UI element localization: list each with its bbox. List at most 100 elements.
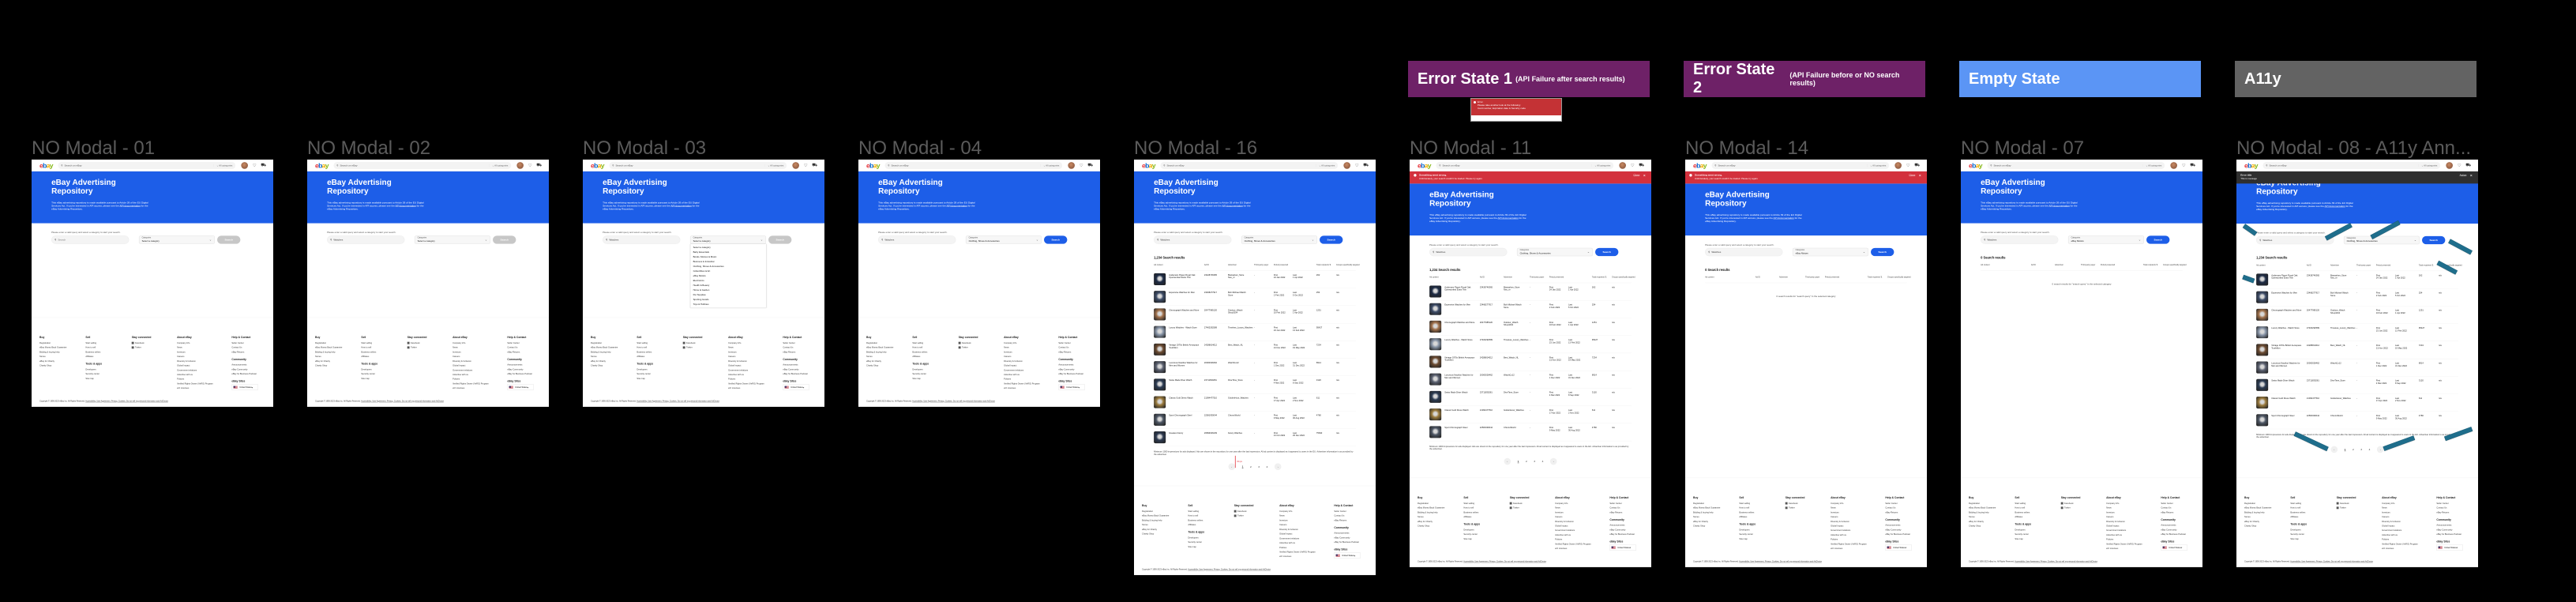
table-row[interactable]: Luxurious Nautilus Watches for Men and W…: [1429, 371, 1632, 389]
table-row[interactable]: Swiss Made Diver Watch 23711830281 DiveTim…: [1154, 376, 1356, 394]
footer-link[interactable]: eBay for Business Podcast: [507, 371, 533, 376]
category-select[interactable]: Categories Select a category ⌄: [415, 235, 490, 244]
search-button[interactable]: Search: [768, 235, 792, 244]
footer-link[interactable]: Affiliates: [2290, 514, 2307, 519]
cart-icon[interactable]: ⛟: [2465, 163, 2471, 168]
api-documentation-link[interactable]: API documentation: [396, 205, 416, 208]
ebay-logo[interactable]: ebay: [1142, 161, 1155, 169]
cart-icon[interactable]: ⛟: [261, 163, 266, 168]
search-button[interactable]: Search: [1319, 235, 1343, 244]
heart-icon[interactable]: ♡: [1906, 163, 1910, 167]
sort-icon[interactable]: ⇅: [1880, 277, 1899, 279]
header-search-input[interactable]: ⚲ Search on eBay ⌄ All categories: [1436, 161, 1614, 169]
api-documentation-link[interactable]: API documentation: [1222, 205, 1243, 208]
avatar[interactable]: [1068, 161, 1075, 169]
category-select[interactable]: Categories eBay Motors ⌄: [2068, 235, 2144, 244]
header-search-input[interactable]: ⚲ Search on eBay ⌄ All categories: [333, 161, 512, 169]
category-select[interactable]: Categories Select a category ⌄: [139, 235, 215, 244]
footer-link[interactable]: Site map: [85, 376, 102, 381]
all-categories-select[interactable]: ⌄ All categories: [1867, 164, 1886, 167]
search-input[interactable]: ⚲ Watches: [2256, 235, 2334, 245]
table-row[interactable]: Chronograph Watches and More 20477985120 O…: [2256, 307, 2458, 324]
table-row[interactable]: Sport Chronograph Steel 22581930044 Chrono…: [2256, 412, 2458, 430]
footer-link[interactable]: Charity Shop: [1418, 524, 1444, 529]
chevron-left-icon[interactable]: ‹: [2330, 446, 2338, 453]
ad-title[interactable]: Vintage 1970s British Aerospace Tourbill…: [1169, 344, 1201, 349]
page-link[interactable]: 3: [1534, 460, 1535, 463]
ad-title[interactable]: Expensive Watches for Men: [1444, 303, 1477, 306]
footer-link[interactable]: Charity Shop: [315, 363, 342, 368]
ad-title[interactable]: Luxurious Nautilus Watches for Men and W…: [2271, 362, 2304, 367]
api-documentation-link[interactable]: API documentation: [2049, 205, 2070, 208]
chevron-right-icon[interactable]: ›: [1549, 457, 1557, 465]
footer-link[interactable]: Twitter: [1509, 506, 1530, 510]
legal-links[interactable]: Accessibility, User Agreement, Privacy, …: [912, 401, 995, 403]
ad-title[interactable]: Swiss Made Diver Watch: [2271, 379, 2304, 382]
page-link[interactable]: 1: [2344, 448, 2346, 451]
footer-link[interactable]: Twitter: [2336, 506, 2356, 510]
footer-link[interactable]: eCI Licenses: [452, 386, 489, 391]
all-categories-select[interactable]: ⌄ All categories: [2142, 164, 2161, 167]
table-row[interactable]: Luxury Watches - Watch Store 27400292589 T…: [2256, 324, 2458, 341]
footer-link[interactable]: Twitter: [1234, 514, 1254, 518]
header-search-input[interactable]: ⚲ Search on eBay ⌄ All categories: [884, 161, 1063, 169]
ad-title[interactable]: Greatest Fancy: [1169, 431, 1201, 435]
footer-link[interactable]: eBay Returns: [1334, 518, 1360, 523]
header-search-input[interactable]: ⚲ Search on eBay ⌄ All categories: [2262, 161, 2441, 169]
heart-icon[interactable]: ♡: [252, 163, 257, 167]
page-link[interactable]: 3: [1258, 465, 1260, 468]
table-row[interactable]: Vintage 1970s British Aerospace Tourbill…: [1154, 341, 1356, 359]
page-link[interactable]: 1: [1241, 465, 1244, 468]
footer-link[interactable]: Affiliates: [2015, 514, 2031, 519]
table-row[interactable]: Luxury Watches - Watch Store 27400292589 T…: [1154, 323, 1356, 341]
api-documentation-link[interactable]: API documentation: [671, 205, 692, 208]
cart-icon[interactable]: ⛟: [812, 163, 817, 168]
category-select[interactable]: Categories Clothing, Shoes & Accessories ⌄: [966, 235, 1042, 244]
footer-link[interactable]: eBay Returns: [231, 350, 257, 355]
ad-title[interactable]: Chronograph Watches and More: [1169, 309, 1201, 311]
heart-icon[interactable]: ♡: [528, 163, 532, 167]
header-search-input[interactable]: ⚲ Search on eBay ⌄ All categories: [609, 161, 787, 169]
ad-title[interactable]: Swiss Made Diver Watch: [1169, 379, 1201, 382]
footer-link[interactable]: Site map: [1739, 536, 1756, 541]
heart-icon[interactable]: ♡: [1079, 163, 1083, 167]
close-icon[interactable]: ✕: [1919, 174, 1921, 178]
footer-link[interactable]: eBay Returns: [507, 350, 533, 355]
legal-links[interactable]: Accessibility, User Agreement, Privacy, …: [1463, 561, 1546, 563]
ebay-logo[interactable]: ebay: [866, 161, 880, 169]
cart-icon[interactable]: ⛟: [2190, 163, 2195, 168]
legal-links[interactable]: Accessibility, User Agreement, Privacy, …: [2015, 561, 2097, 563]
table-row[interactable]: Audemars Piguet Royal Oak Openworked Ext…: [1154, 271, 1356, 288]
chevron-left-icon[interactable]: ‹: [1228, 463, 1236, 471]
footer-link[interactable]: eBay Returns: [2161, 510, 2187, 515]
api-documentation-link[interactable]: API documentation: [947, 205, 967, 208]
country-select[interactable]: United States ▾: [1334, 552, 1361, 559]
ad-title[interactable]: Audemars Piguet Royal Oak Openworked Ext…: [1444, 286, 1477, 292]
ad-title[interactable]: Luxurious Nautilus Watches for Men and W…: [1444, 374, 1477, 379]
ad-title[interactable]: Sport Chronograph Steel: [1444, 427, 1477, 429]
country-select[interactable]: United States ▾: [231, 384, 258, 390]
table-row[interactable]: Expensive Watches for Men 23468277917 Bob …: [1154, 288, 1356, 307]
search-button[interactable]: Search: [1594, 247, 1619, 257]
alert-action-link[interactable]: Close: [1633, 174, 1639, 177]
avatar[interactable]: [1343, 161, 1350, 169]
api-documentation-link[interactable]: API documentation: [120, 205, 141, 208]
ebay-logo[interactable]: ebay: [1693, 161, 1707, 169]
footer-link[interactable]: Site map: [2290, 536, 2307, 541]
search-input[interactable]: ⚲ Watches: [878, 235, 956, 244]
footer-link[interactable]: Twitter: [958, 345, 978, 350]
footer-link[interactable]: Site map: [1463, 536, 1480, 541]
ad-title[interactable]: Sport Chronograph Steel: [2271, 415, 2304, 417]
header-search-input[interactable]: ⚲ Search on eBay ⌄ All categories: [1711, 161, 1890, 169]
footer-link[interactable]: Affiliates: [1739, 514, 1756, 519]
category-select[interactable]: Categories Clothing, Shoes & Accessories ⌄: [1241, 235, 1317, 244]
all-categories-select[interactable]: ⌄ All categories: [213, 164, 232, 167]
heart-icon[interactable]: ♡: [1354, 163, 1359, 167]
avatar[interactable]: [241, 161, 248, 169]
search-button[interactable]: Search: [492, 235, 516, 244]
ad-title[interactable]: Luxury Watches - Watch Store: [1169, 326, 1201, 329]
footer-link[interactable]: Charity Shop: [2244, 524, 2271, 529]
cart-icon[interactable]: ⛟: [1087, 163, 1093, 168]
category-select[interactable]: Categories Select a category ⌄: [690, 235, 766, 244]
footer-link[interactable]: Site map: [912, 376, 929, 381]
